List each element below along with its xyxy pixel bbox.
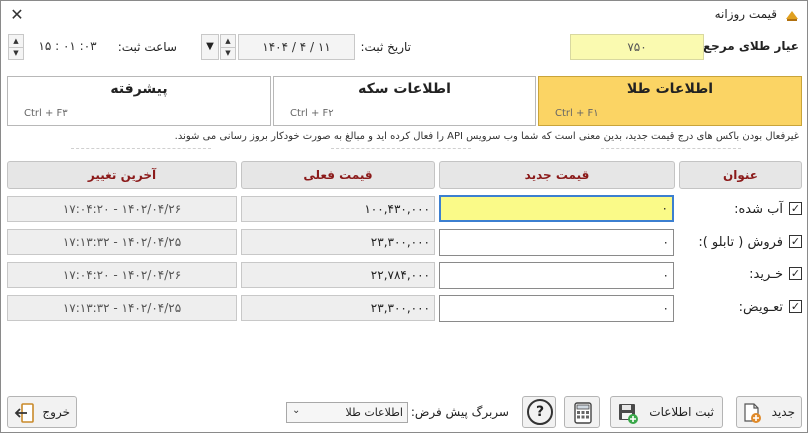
new-price-input[interactable]: ۰ [439,262,674,289]
current-price-field: ۲۳,۳۰۰,۰۰۰ [241,295,435,321]
last-change-field: ۱۷:۰۴:۲۰ - ۱۴۰۲/۰۴/۲۶ [7,262,237,288]
divider [331,148,471,149]
tab-coin-info-label: اطلاعات سکه [358,81,451,97]
time-label: ساعت ثبت: [117,40,177,54]
tab-coin-info[interactable]: اطلاعات سکه Ctrl + F۲ [273,76,536,126]
default-page-label: سربرگ پیش فرض: [410,405,509,419]
row-label: فروش ( تابلو ): [698,235,783,250]
close-button[interactable]: ✕ [7,5,27,25]
save-disk-icon [619,404,638,424]
current-price-field: ۱۰۰,۴۳۰,۰۰۰ [241,196,435,222]
new-price-input[interactable]: ۰ [439,229,674,256]
current-price-field: ۲۲,۷۸۴,۰۰۰ [241,262,435,288]
tab-gold-info-label: اطلاعات طلا [626,81,714,97]
save-button-label: ثبت اطلاعات [649,405,714,419]
column-header-title: عنوان [679,161,802,189]
tab-advanced-shortcut: Ctrl + F۳ [24,108,68,119]
row-checkbox[interactable]: ✓ [789,300,802,313]
chevron-down-icon: ⌄ [292,405,301,416]
exit-button-label: خروج [42,405,70,419]
date-picker-dropdown[interactable]: ▼ [201,34,219,60]
column-header-current-price: قیمت فعلی [241,161,435,189]
tab-gold-info[interactable]: اطلاعات طلا Ctrl + F۱ [538,76,802,126]
ref-karat-label: عیار طلای مرجع: [698,39,799,53]
window-title: قیمت روزانه [714,7,777,21]
exit-button[interactable]: خروج [7,396,77,428]
column-header-last-change: آخرین تغییر [7,161,237,189]
last-change-field: ۱۷:۱۳:۳۲ - ۱۴۰۲/۰۴/۲۵ [7,295,237,321]
calculator-icon [574,402,592,424]
new-document-icon [744,403,761,423]
ref-karat-input[interactable]: ۷۵۰ [570,34,704,60]
date-spinner[interactable]: ▲ ▼ [220,34,236,60]
new-price-input[interactable]: ۰ [439,295,674,322]
new-price-input[interactable]: ۰ [439,195,674,222]
time-field[interactable]: ۱۵ : ۰۱ :۰۳ [26,34,109,60]
row-label: آب شده: [734,202,783,217]
daily-price-window: ✕ قیمت روزانه عیار طلای مرجع: ۷۵۰ تاریخ … [0,0,808,433]
last-change-field: ۱۷:۱۳:۳۲ - ۱۴۰۲/۰۴/۲۵ [7,229,237,255]
date-field[interactable]: ۱۴۰۴ / ۴ / ۱۱ [238,34,355,60]
default-page-value: اطلاعات طلا [345,406,403,419]
date-label: تاریخ ثبت: [360,40,411,54]
row-label: تعـویض: [738,300,783,315]
tab-coin-info-shortcut: Ctrl + F۲ [290,108,334,119]
title-bar: ✕ قیمت روزانه [1,1,807,29]
help-button[interactable]: ? [522,396,556,428]
last-change-field: ۱۷:۰۴:۲۰ - ۱۴۰۲/۰۴/۲۶ [7,196,237,222]
row-label: خـرید: [749,267,783,282]
divider [71,148,211,149]
tab-gold-info-shortcut: Ctrl + F۱ [555,108,599,119]
new-button-label: جدید [771,405,795,419]
column-header-new-price: قیمت جدید [439,161,675,189]
spin-down-icon[interactable]: ▼ [9,47,23,59]
divider [601,148,741,149]
current-price-field: ۲۳,۳۰۰,۰۰۰ [241,229,435,255]
row-checkbox[interactable]: ✓ [789,267,802,280]
row-checkbox[interactable]: ✓ [789,235,802,248]
tab-advanced[interactable]: پیشرفته Ctrl + F۳ [7,76,271,126]
api-info-text: غیرفعال بودن باکس های درج قیمت جدید، بدی… [174,131,799,142]
chevron-down-icon: ▼ [206,41,214,52]
save-button[interactable]: ثبت اطلاعات [610,396,723,428]
calculator-button[interactable] [564,396,600,428]
help-icon: ? [527,399,553,425]
spin-down-icon[interactable]: ▼ [221,47,235,59]
default-page-select[interactable]: اطلاعات طلا ⌄ [286,402,408,423]
exit-door-icon [14,403,34,423]
row-checkbox[interactable]: ✓ [789,202,802,215]
tab-advanced-label: پیشرفته [110,81,168,97]
app-logo-icon [786,11,798,21]
time-spinner[interactable]: ▲ ▼ [8,34,24,60]
new-button[interactable]: جدید [736,396,802,428]
